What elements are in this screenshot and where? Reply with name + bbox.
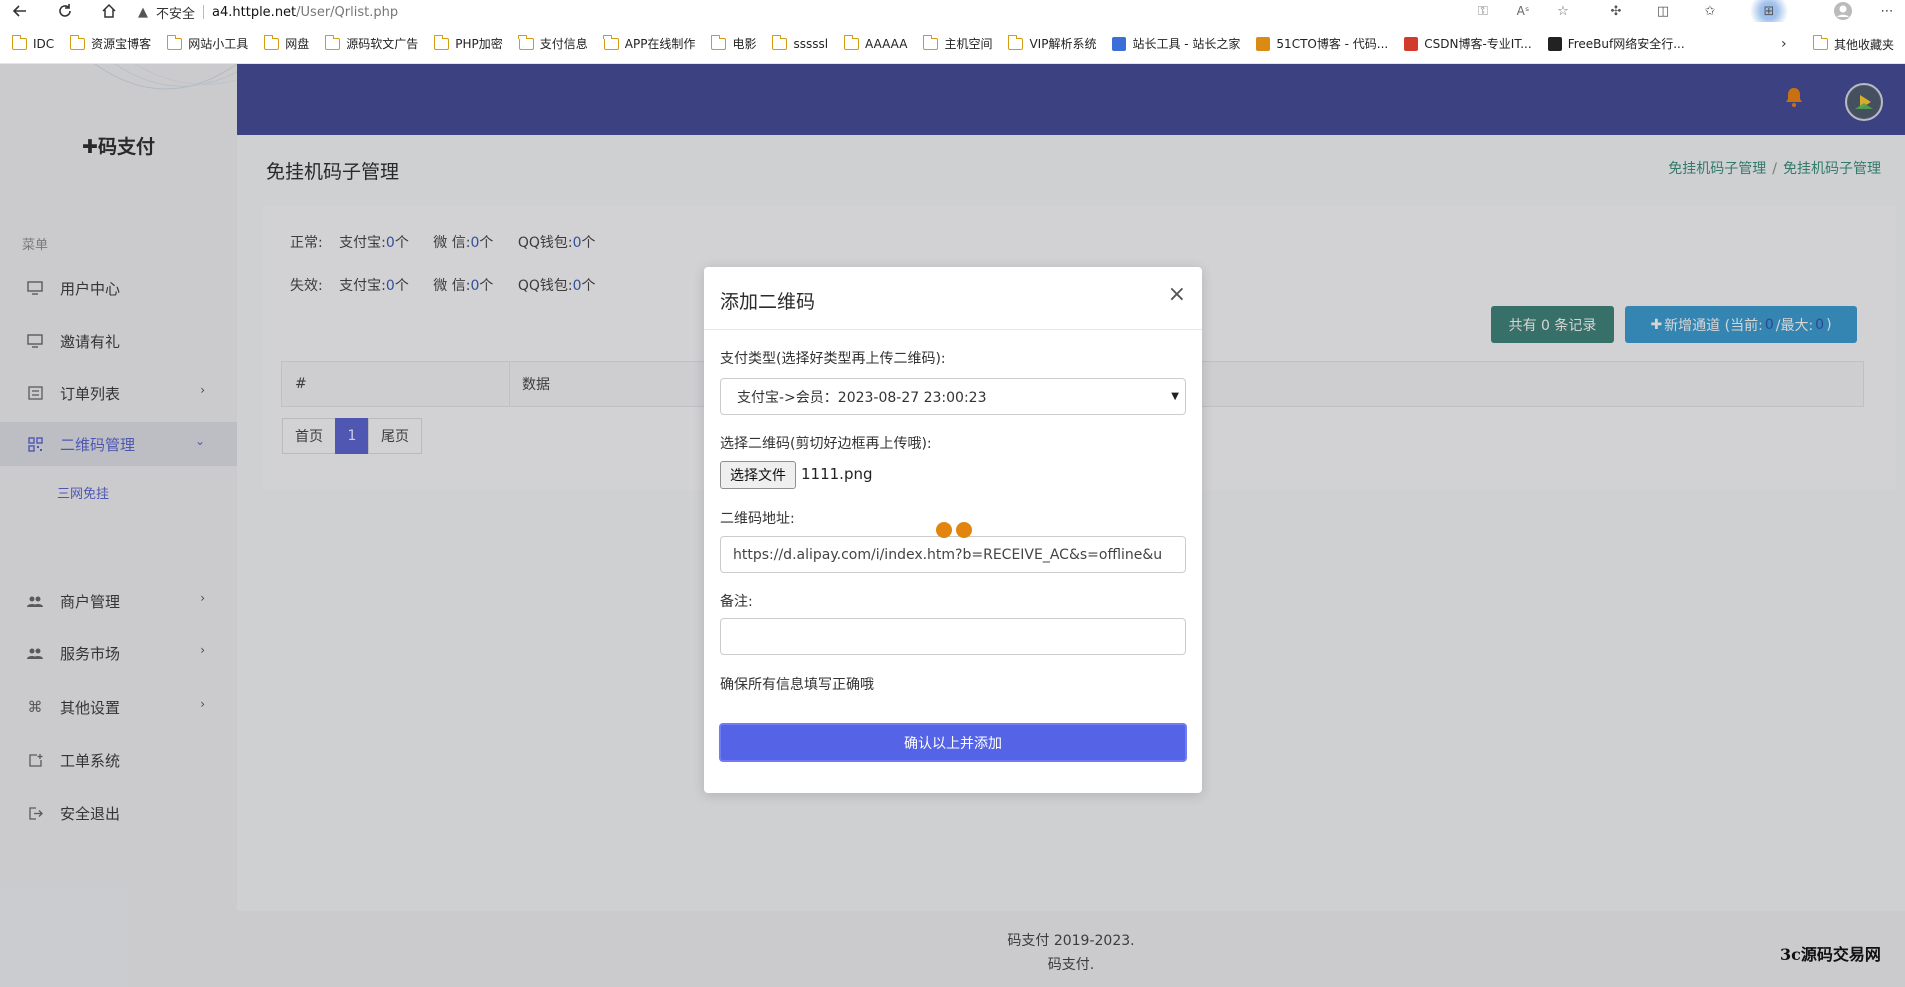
bookmarks-overflow-icon[interactable]: ›	[1781, 30, 1787, 58]
folder-icon	[922, 34, 939, 50]
bookmark-label: 电影	[732, 37, 757, 51]
folder-icon	[843, 34, 860, 50]
bookmark-item[interactable]: PHP加密	[428, 32, 509, 56]
collections-icon[interactable]: ⊞	[1744, 0, 1794, 22]
bookmark-label: 主机空间	[944, 37, 993, 51]
bookmark-label: 51CTO博客 - 代码...	[1276, 37, 1389, 51]
bookmark-item[interactable]: AAAAA	[838, 32, 913, 56]
pay-type-select[interactable]: 支付宝->会员：2023-08-27 23:00:23 ▼	[720, 378, 1186, 415]
address-bar[interactable]: ▲ 不安全 a4.httple.net/User/Qrlist.php	[138, 0, 1588, 24]
bookmark-label: 资源宝博客	[91, 37, 152, 51]
folder-icon	[518, 34, 534, 50]
bookmark-item[interactable]: CSDN博客-专业IT...	[1398, 32, 1537, 56]
pay-type-label: 支付类型(选择好类型再上传二维码):	[720, 351, 946, 367]
url-path: /User/Qrlist.php	[296, 4, 399, 20]
bookmark-label: PHP加密	[455, 37, 503, 51]
bookmark-item[interactable]: sssssl	[766, 32, 834, 56]
folder-icon	[433, 34, 450, 50]
site-favicon-icon	[1256, 36, 1271, 51]
other-bookmarks[interactable]: 其他收藏夹	[1812, 30, 1895, 58]
folder-icon	[69, 34, 86, 50]
bookmark-item[interactable]: 网站小工具	[161, 32, 254, 56]
bookmark-item[interactable]: 电影	[705, 32, 762, 56]
qr-url-label: 二维码地址:	[720, 511, 795, 527]
loader-dot	[956, 522, 972, 538]
key-icon[interactable]: ⚿	[1472, 0, 1494, 22]
modal-title: 添加二维码	[720, 291, 816, 313]
folder-icon	[263, 34, 280, 50]
folder-icon	[324, 34, 341, 50]
close-icon[interactable]: ×	[1168, 283, 1186, 307]
folder-icon	[11, 34, 27, 50]
site-favicon-icon	[1404, 36, 1419, 51]
url-divider	[203, 5, 205, 19]
bookmark-item[interactable]: 51CTO博客 - 代码...	[1250, 32, 1394, 56]
bookmark-item[interactable]: 支付信息	[513, 32, 594, 56]
bookmark-item[interactable]: VIP解析系统	[1002, 32, 1102, 56]
hint-text: 确保所有信息填写正确哦	[720, 677, 874, 693]
bookmark-item[interactable]: APP在线制作	[598, 32, 702, 56]
remark-label: 备注:	[720, 594, 753, 610]
security-label: 不安全	[156, 6, 196, 22]
bookmark-item[interactable]: 资源宝博客	[64, 32, 157, 56]
split-screen-icon[interactable]: ◫	[1652, 0, 1674, 22]
folder-icon	[710, 34, 727, 50]
bookmark-label: IDC	[33, 36, 55, 51]
url-host: a4.httple.net	[212, 4, 297, 20]
bookmark-label: 源码软文广告	[346, 37, 419, 51]
bookmark-label: sssssl	[793, 36, 829, 51]
bookmark-label: 网站小工具	[188, 37, 249, 51]
bookmark-label: 支付信息	[539, 37, 588, 51]
back-icon[interactable]	[9, 0, 31, 22]
bookmark-item[interactable]: 源码软文广告	[319, 32, 424, 56]
bookmarks-bar: IDC 资源宝博客 网站小工具 网盘 源码软文广告 PHP加密 支付信息 APP在线制作 电影 s…	[0, 24, 1905, 64]
bookmark-item[interactable]: IDC	[6, 32, 60, 56]
bookmark-label: CSDN博客-专业IT...	[1424, 37, 1532, 51]
folder-icon	[1007, 34, 1024, 50]
folder-icon	[1812, 35, 1828, 50]
choose-qr-label: 选择二维码(剪切好边框再上传哦):	[720, 436, 932, 452]
bookmark-label: APP在线制作	[624, 37, 696, 51]
bookmark-item[interactable]: 站长工具 - 站长之家	[1106, 32, 1246, 56]
refresh-icon[interactable]	[54, 0, 76, 22]
warning-icon: ▲	[138, 4, 148, 20]
browser-toolbar: ▲ 不安全 a4.httple.net/User/Qrlist.php ⚿ Aˢ…	[0, 0, 1905, 24]
extensions-icon[interactable]: ✣	[1605, 0, 1627, 22]
choose-file-button[interactable]: 选择文件	[720, 461, 796, 489]
home-icon[interactable]	[98, 0, 120, 22]
pay-type-value: 支付宝->会员：2023-08-27 23:00:23	[737, 389, 987, 406]
qr-url-field[interactable]: https://d.alipay.com/i/index.htm?b=RECEI…	[720, 536, 1186, 573]
bookmark-item[interactable]: 网盘	[258, 32, 315, 56]
star-icon[interactable]: ☆	[1552, 0, 1574, 22]
remark-field[interactable]	[720, 618, 1186, 655]
folder-icon	[771, 34, 788, 50]
bookmark-item[interactable]: 主机空间	[917, 32, 998, 56]
favorites-icon[interactable]: ✩	[1699, 0, 1721, 22]
site-favicon-icon	[1112, 36, 1127, 51]
modal-header: 添加二维码 ×	[704, 267, 1202, 330]
folder-icon	[603, 34, 619, 50]
loading-indicator	[936, 522, 976, 538]
folder-icon	[166, 34, 183, 50]
more-icon[interactable]: ⋯	[1876, 0, 1898, 22]
loader-dot	[936, 522, 952, 538]
site-favicon-icon	[1547, 36, 1562, 51]
chevron-down-icon: ▼	[1171, 391, 1179, 402]
profile-icon[interactable]	[1832, 0, 1854, 22]
file-name: 1111.png	[801, 465, 873, 483]
bookmark-label: AAAAA	[865, 36, 908, 51]
bookmark-label: VIP解析系统	[1029, 37, 1097, 51]
confirm-add-button[interactable]: 确认以上并添加	[719, 723, 1187, 762]
bookmark-label: 网盘	[285, 37, 310, 51]
bookmark-label: FreeBuf网络安全行...	[1567, 37, 1685, 51]
read-aloud-icon[interactable]: Aˢ	[1512, 0, 1534, 22]
bookmark-label: 站长工具 - 站长之家	[1132, 37, 1241, 51]
other-bookmarks-label: 其他收藏夹	[1834, 37, 1895, 52]
bookmark-item[interactable]: FreeBuf网络安全行...	[1542, 32, 1691, 56]
